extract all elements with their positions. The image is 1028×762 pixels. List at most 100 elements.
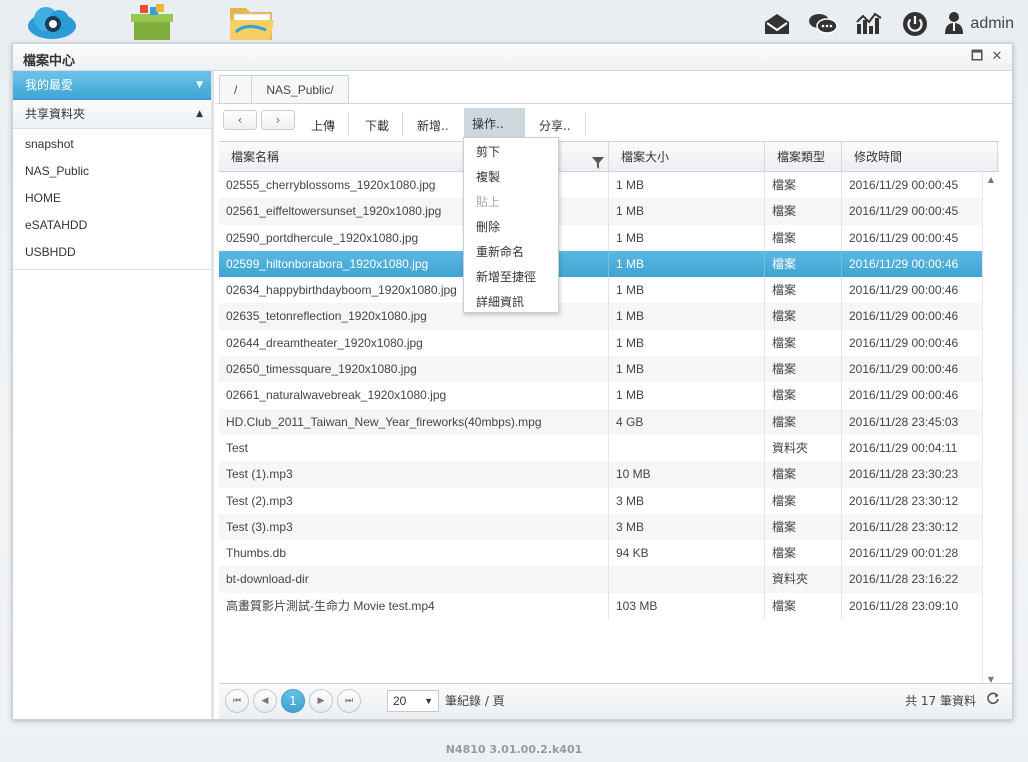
table-row[interactable]: 02650_timessquare_1920x1080.jpg 1 MB 檔案 201…: [219, 356, 999, 383]
top-bar: admin: [0, 0, 1028, 42]
power-icon[interactable]: [900, 10, 930, 38]
column-header-size[interactable]: 檔案大小: [609, 142, 765, 171]
share-button[interactable]: 分享..: [531, 104, 579, 139]
cloud-app-icon[interactable]: [26, 2, 78, 42]
mail-icon[interactable]: [762, 10, 792, 38]
cell-size: 1 MB: [609, 382, 765, 409]
activity-monitor-icon[interactable]: [854, 10, 884, 38]
cell-type: 檔案: [765, 250, 842, 278]
cell-modified: 2016/11/28 23:45:03: [842, 408, 998, 435]
pager: ⏮ ◀ 1 ▶ ⏭ 20 ▼ 筆紀錄 / 頁 共 17 筆資料: [219, 683, 1012, 719]
toolbar-divider: [348, 112, 349, 136]
sidebar-shared-folders[interactable]: 共享資料夾 ▲: [13, 100, 211, 129]
cell-type: 檔案: [765, 461, 842, 488]
cell-modified: 2016/11/28 23:30:12: [842, 487, 998, 514]
cell-modified: 2016/11/28 23:30:12: [842, 513, 998, 541]
first-page-button[interactable]: ⏮: [225, 689, 249, 713]
cell-name: Test (2).mp3: [219, 487, 609, 514]
close-icon[interactable]: ✕: [988, 48, 1006, 66]
table-row[interactable]: 02561_eiffeltowersunset_1920x1080.jpg 1 M…: [219, 198, 999, 225]
menu-item-details[interactable]: 詳細資訊: [464, 290, 558, 315]
cell-type: 檔案: [765, 487, 842, 514]
sidebar-item-home[interactable]: HOME: [13, 185, 211, 212]
window-title-bar[interactable]: 檔案中心 🗖 ✕: [13, 44, 1012, 71]
table-row[interactable]: HD.Club_2011_Taiwan_New_Year_fireworks(4…: [219, 408, 999, 435]
cell-size: 1 MB: [609, 303, 765, 330]
app-center-icon[interactable]: [126, 2, 178, 42]
column-header-modified[interactable]: 修改時間: [842, 142, 998, 171]
breadcrumb: / NAS_Public/: [219, 75, 349, 103]
page-size-select[interactable]: 20 ▼: [387, 690, 439, 712]
table-row[interactable]: Test (3).mp3 3 MB 檔案 2016/11/28 23:30:12: [219, 513, 999, 541]
next-page-button[interactable]: ▶: [309, 689, 333, 713]
table-row[interactable]: 02555_cherryblossoms_1920x1080.jpg 1 MB 檔案…: [219, 172, 999, 199]
table-row[interactable]: 02644_dreamtheater_1920x1080.jpg 1 MB 檔案 20…: [219, 329, 999, 357]
menu-item-add-shortcut[interactable]: 新增至捷徑: [464, 265, 558, 290]
cell-modified: 2016/11/29 00:00:45: [842, 172, 998, 199]
cell-type: 檔案: [765, 513, 842, 541]
grid-header: 檔案名稱 檔案大小 檔案類型 修改時間: [219, 142, 999, 172]
table-row[interactable]: Test (2).mp3 3 MB 檔案 2016/11/28 23:30:12: [219, 487, 999, 514]
breadcrumb-nas-public[interactable]: NAS_Public/: [252, 75, 349, 103]
cell-name: 高畫質影片測試-生命力 Movie test.mp4: [219, 592, 609, 620]
table-row[interactable]: 02599_hiltonborabora_1920x1080.jpg 1 MB 檔案…: [219, 250, 999, 278]
last-page-button[interactable]: ⏭: [337, 689, 361, 713]
table-row[interactable]: Test 資料夾 2016/11/29 00:04:11: [219, 434, 999, 462]
sidebar-item-esatahdd[interactable]: eSATAHDD: [13, 212, 211, 239]
cell-modified: 2016/11/29 00:00:46: [842, 303, 998, 330]
sidebar-shared-label: 共享資料夾: [25, 107, 86, 121]
table-row[interactable]: 02590_portdhercule_1920x1080.jpg 1 MB 檔案 20…: [219, 224, 999, 251]
forward-button[interactable]: ›: [261, 110, 295, 130]
chevron-down-icon: ▼: [196, 80, 203, 90]
menu-item-cut[interactable]: 剪下: [464, 140, 558, 165]
menu-item-delete[interactable]: 刪除: [464, 215, 558, 240]
cell-modified: 2016/11/29 00:00:46: [842, 329, 998, 357]
download-button[interactable]: 下載: [357, 104, 397, 139]
table-row[interactable]: 02634_happybirthdayboom_1920x1080.jpg 1 M…: [219, 277, 999, 304]
user-menu[interactable]: admin: [944, 11, 1014, 38]
column-header-name-label: 檔案名稱: [231, 150, 280, 164]
table-row[interactable]: Thumbs.db 94 KB 檔案 2016/11/29 00:01:28: [219, 540, 999, 567]
cell-modified: 2016/11/29 00:00:45: [842, 224, 998, 251]
table-row[interactable]: Test (1).mp3 10 MB 檔案 2016/11/28 23:30:23: [219, 461, 999, 488]
cell-modified: 2016/11/29 00:00:46: [842, 250, 998, 278]
current-page-button[interactable]: 1: [281, 689, 305, 713]
cell-name: bt-download-dir: [219, 566, 609, 593]
sidebar-item-usbhdd[interactable]: USBHDD: [13, 239, 211, 266]
table-row[interactable]: 02661_naturalwavebreak_1920x1080.jpg 1 MB…: [219, 382, 999, 409]
table-row[interactable]: 高畫質影片測試-生命力 Movie test.mp4 103 MB 檔案 2016/1…: [219, 592, 999, 620]
cell-size: [609, 434, 765, 462]
toolbar-divider: [585, 112, 586, 136]
menu-item-copy[interactable]: 複製: [464, 165, 558, 190]
vertical-scrollbar[interactable]: ▲ ▼: [982, 172, 999, 687]
upload-button[interactable]: 上傳: [303, 104, 343, 139]
cell-size: 1 MB: [609, 250, 765, 278]
scroll-up-icon[interactable]: ▲: [983, 175, 999, 184]
filter-icon[interactable]: [592, 150, 604, 180]
page-size-value: 20: [393, 694, 407, 708]
cell-type: 資料夾: [765, 566, 842, 593]
cell-type: 檔案: [765, 382, 842, 409]
sidebar-item-nas-public[interactable]: NAS_Public: [13, 158, 211, 185]
prev-page-button[interactable]: ◀: [253, 689, 277, 713]
table-row[interactable]: 02635_tetonreflection_1920x1080.jpg 1 MB 檔…: [219, 303, 999, 330]
cell-size: 1 MB: [609, 198, 765, 225]
sidebar-item-snapshot[interactable]: snapshot: [13, 131, 211, 158]
file-folder-app-icon[interactable]: [226, 2, 278, 42]
new-button[interactable]: 新增..: [409, 104, 457, 139]
breadcrumb-root[interactable]: /: [219, 75, 253, 103]
cell-name: Test: [219, 434, 609, 462]
table-row[interactable]: bt-download-dir 資料夾 2016/11/28 23:16:22: [219, 566, 999, 593]
menu-item-rename[interactable]: 重新命名: [464, 240, 558, 265]
chat-icon[interactable]: [808, 10, 839, 38]
chevron-down-icon: ▼: [424, 696, 433, 706]
maximize-icon[interactable]: 🗖: [968, 48, 986, 66]
cell-size: 1 MB: [609, 277, 765, 304]
column-header-type[interactable]: 檔案類型: [765, 142, 842, 171]
sidebar-favorites[interactable]: 我的最愛 ▼: [13, 71, 211, 100]
menu-item-paste[interactable]: 貼上: [464, 190, 558, 215]
refresh-icon[interactable]: [986, 692, 1002, 708]
cell-modified: 2016/11/29 00:00:46: [842, 277, 998, 304]
actions-button[interactable]: 操作..: [464, 108, 525, 140]
back-button[interactable]: ‹: [223, 110, 257, 130]
